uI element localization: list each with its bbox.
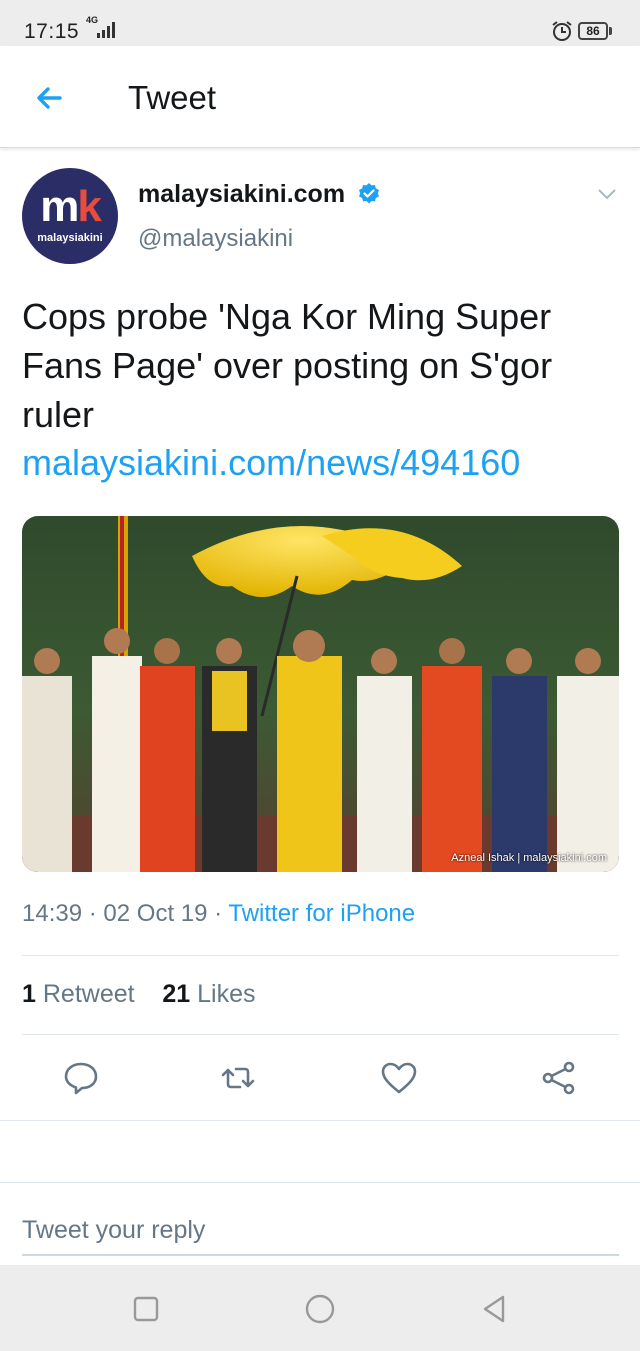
avatar-letters: mk <box>22 182 118 232</box>
retweet-icon[interactable] <box>218 1058 258 1098</box>
likes-stat[interactable]: 21 Likes <box>162 980 255 1008</box>
retweets-label: Retweet <box>42 980 135 1008</box>
app-header: Tweet <box>0 46 640 148</box>
tweet-text: Cops probe 'Nga Kor Ming Super Fans Page… <box>22 296 553 435</box>
likes-label: Likes <box>197 980 256 1008</box>
arrow-left-icon[interactable] <box>30 78 70 118</box>
tweet-link[interactable]: malaysiakini.com/news/494160 <box>22 438 520 487</box>
android-nav-bar <box>0 1265 640 1351</box>
tweet-source[interactable]: Twitter for iPhone <box>228 900 415 927</box>
share-icon[interactable] <box>539 1058 579 1098</box>
meta-separator-2: · <box>214 900 223 927</box>
avatar-letters-text: mk <box>40 182 102 231</box>
status-time: 17:15 <box>24 20 80 43</box>
like-icon[interactable] <box>379 1058 419 1098</box>
tweet-time: 14:39 <box>22 900 83 927</box>
page-title: Tweet <box>128 79 217 116</box>
status-bar: 17:15 4G 86 <box>0 0 640 46</box>
retweets-count: 1 <box>22 980 36 1008</box>
author-handle[interactable]: @malaysiakini <box>138 225 293 253</box>
retweets-stat[interactable]: 1 Retweet <box>22 980 135 1008</box>
tweet-date: 02 Oct 19 <box>103 900 208 927</box>
photo-image <box>22 516 619 872</box>
reply-input[interactable] <box>22 1206 619 1256</box>
battery-level: 86 <box>578 22 608 40</box>
likes-count: 21 <box>162 980 191 1008</box>
battery-tip <box>609 27 612 35</box>
meta-separator: · <box>88 900 97 927</box>
signal-icon <box>97 22 115 38</box>
author-name[interactable]: malaysiakini.com <box>138 180 345 209</box>
recent-apps-icon[interactable] <box>130 1293 162 1325</box>
avatar-wordmark: malaysiakini <box>37 232 103 244</box>
back-nav-icon[interactable] <box>478 1293 510 1325</box>
avatar[interactable]: mk malaysiakini <box>22 168 118 264</box>
divider <box>22 955 619 956</box>
photo-credit: Azneal Ishak | malaysiakini.com <box>451 852 607 864</box>
chevron-down-icon[interactable] <box>596 186 618 202</box>
tweet-timestamp: 14:39 · 02 Oct 19 · Twitter for iPhone <box>22 900 415 928</box>
tweet-photo[interactable]: Azneal Ishak | malaysiakini.com <box>22 516 619 872</box>
divider <box>0 1182 640 1183</box>
divider <box>22 1034 619 1035</box>
divider <box>0 1120 640 1121</box>
tweet-stats: 1 Retweet 21 Likes <box>22 980 256 1009</box>
reply-icon[interactable] <box>61 1058 101 1098</box>
verified-badge-icon <box>359 183 379 204</box>
alarm-icon <box>552 21 572 41</box>
home-icon[interactable] <box>304 1293 336 1325</box>
